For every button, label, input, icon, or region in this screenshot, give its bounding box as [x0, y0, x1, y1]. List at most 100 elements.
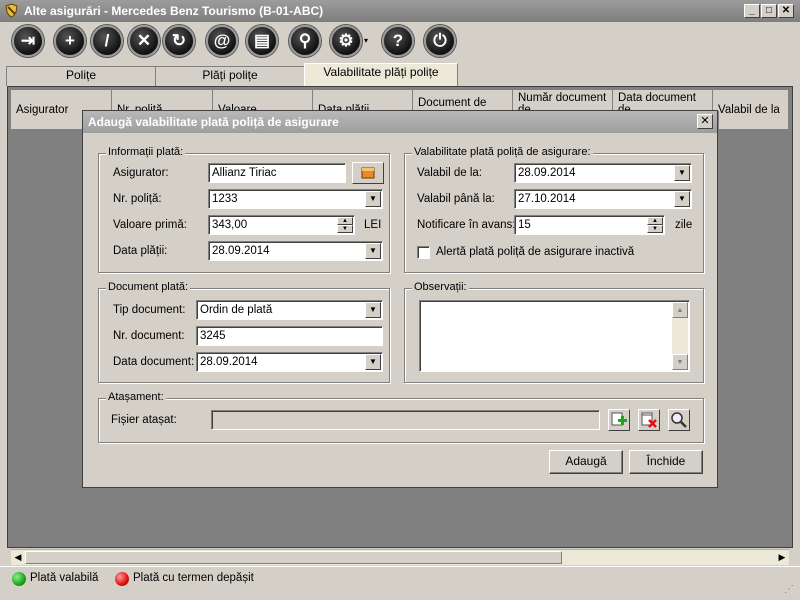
maximize-button[interactable]: □	[761, 4, 777, 18]
label-lei: LEI	[364, 219, 382, 231]
label-zile: zile	[675, 219, 693, 231]
chevron-down-icon[interactable]: ▼	[674, 165, 690, 181]
app-shield-icon	[5, 3, 18, 18]
delete-icon: ✕	[136, 31, 152, 50]
tip-document-select[interactable]: Ordin de plată ▼	[196, 300, 383, 320]
nr-document-field[interactable]: 3245	[196, 326, 383, 346]
tab-polite[interactable]: Polițe	[6, 66, 156, 86]
print-button[interactable]: ▤	[246, 25, 278, 57]
email-button[interactable]: @	[206, 25, 238, 57]
chevron-down-icon[interactable]: ▼	[365, 354, 381, 370]
chevron-down-icon[interactable]: ▼	[365, 191, 381, 207]
browse-insurer-button[interactable]	[352, 162, 384, 184]
tip-document-value: Ordin de plată	[200, 304, 273, 316]
attach-file-button[interactable]	[608, 409, 630, 431]
legend-valid: Plată valabilă	[30, 572, 99, 584]
scroll-left-icon[interactable]: ◀	[11, 550, 25, 565]
add-button[interactable]: Adaugă	[549, 450, 623, 474]
valoare-prima-stepper[interactable]: 343,00 ▲ ▼	[208, 215, 355, 235]
refresh-icon: ↻	[171, 31, 187, 50]
refresh-button[interactable]: ↻	[163, 25, 195, 57]
exit-icon: ⇥	[20, 31, 36, 50]
scroll-right-icon[interactable]: ▶	[775, 550, 789, 565]
data-platii-picker[interactable]: 28.09.2014 ▼	[208, 241, 383, 261]
label-alerta-inactiva[interactable]: Alertă plată poliță de asigurare inactiv…	[436, 246, 634, 258]
email-icon: @	[213, 31, 231, 50]
remove-attachment-button[interactable]	[638, 409, 660, 431]
notificare-value: 15	[518, 219, 531, 231]
valabil-pana-la-picker[interactable]: 27.10.2014 ▼	[514, 189, 692, 209]
settings-button[interactable]: ⚙	[330, 25, 362, 57]
observatii-textarea[interactable]: ▲ ▼	[419, 300, 690, 372]
close-button[interactable]: Închide	[629, 450, 703, 474]
legend-observatii: Observații:	[412, 281, 469, 293]
valabil-de-la-picker[interactable]: 28.09.2014 ▼	[514, 163, 692, 183]
chevron-down-icon[interactable]: ▼	[365, 243, 381, 259]
valabil-pana-la-value: 27.10.2014	[518, 193, 576, 205]
notificare-stepper[interactable]: 15 ▲ ▼	[514, 215, 665, 235]
close-window-button[interactable]: ✕	[778, 4, 794, 18]
search-icon: ⚲	[298, 31, 312, 50]
legend-validity: Valabilitate plată poliță de asigurare:	[412, 146, 593, 158]
scroll-thumb[interactable]	[25, 551, 562, 564]
window-title: Alte asigurări - Mercedes Benz Tourismo …	[24, 4, 324, 18]
column-header-valabil-de-la[interactable]: Valabil de la	[713, 90, 789, 130]
label-nr-document: Nr. document:	[113, 330, 185, 342]
edit-button[interactable]: /	[91, 25, 123, 57]
legend-payment-document: Document plată:	[106, 281, 191, 293]
data-document-picker[interactable]: 28.09.2014 ▼	[196, 352, 383, 372]
tab-bar: Polițe Plăți polițe Valabilitate plăți p…	[0, 63, 800, 86]
exit-button[interactable]: ⇥	[12, 25, 44, 57]
help-button[interactable]: ?	[382, 25, 414, 57]
data-document-value: 28.09.2014	[200, 356, 258, 368]
add-attachment-icon	[611, 412, 627, 426]
legend-payment-info: Informații plată:	[106, 146, 186, 158]
chevron-down-icon[interactable]: ▼	[365, 302, 381, 318]
add-validity-dialog: Adaugă valabilitate plată poliță de asig…	[82, 110, 718, 488]
valoare-prima-value: 343,00	[212, 219, 248, 231]
red-dot-icon	[115, 572, 129, 586]
help-icon: ?	[392, 31, 404, 50]
label-notificare: Notificare în avans:	[417, 219, 516, 231]
label-valabil-de-la: Valabil de la:	[417, 167, 482, 179]
power-button[interactable]: ⏻	[424, 25, 456, 57]
resize-grip-icon[interactable]: ⋰	[784, 584, 796, 596]
data-platii-value: 28.09.2014	[212, 245, 270, 257]
spin-buttons[interactable]: ▲ ▼	[337, 217, 353, 233]
observatii-scrollbar[interactable]: ▲ ▼	[672, 302, 688, 370]
edit-icon: /	[104, 31, 110, 50]
asigurator-field[interactable]: Allianz Tiriac	[208, 163, 346, 183]
magnifier-icon	[671, 412, 687, 428]
label-data-platii: Data plății:	[113, 245, 168, 257]
search-button[interactable]: ⚲	[289, 25, 321, 57]
delete-button[interactable]: ✕	[128, 25, 160, 57]
status-bar: Plată valabilă Plată cu termen depășit ⋰	[0, 566, 800, 600]
tab-valabilitate-plati-polite[interactable]: Valabilitate plăți polițe	[304, 63, 458, 86]
horizontal-scrollbar[interactable]: ◀ ▶	[11, 549, 789, 565]
settings-dropdown-icon[interactable]: ▾	[364, 36, 368, 45]
legend-atasament: Atașament:	[106, 391, 166, 403]
label-asigurator: Asigurator:	[113, 167, 169, 179]
label-tip-document: Tip document:	[113, 304, 186, 316]
folder-icon	[361, 167, 375, 179]
dialog-close-button[interactable]: ✕	[697, 114, 713, 129]
label-valabil-pana-la: Valabil până la:	[417, 193, 495, 205]
view-attachment-button[interactable]	[668, 409, 690, 431]
fisier-atasat-field	[211, 410, 600, 430]
settings-icon: ⚙	[338, 31, 354, 50]
window-title-bar: Alte asigurări - Mercedes Benz Tourismo …	[0, 0, 800, 22]
nr-polita-select[interactable]: 1233 ▼	[208, 189, 383, 209]
label-fisier-atasat: Fișier atașat:	[111, 414, 177, 426]
add-button[interactable]: +	[54, 25, 86, 57]
tab-plati-polite[interactable]: Plăți polițe	[155, 66, 305, 86]
minimize-button[interactable]: _	[744, 4, 760, 18]
power-icon: ⏻	[433, 31, 447, 50]
label-data-document: Data document:	[113, 356, 195, 368]
scroll-down-icon[interactable]: ▼	[672, 354, 688, 370]
chevron-down-icon[interactable]: ▼	[674, 191, 690, 207]
dialog-title: Adaugă valabilitate plată poliță de asig…	[83, 111, 717, 133]
nr-polita-value: 1233	[212, 193, 238, 205]
spin-buttons[interactable]: ▲ ▼	[647, 217, 663, 233]
scroll-up-icon[interactable]: ▲	[672, 302, 688, 318]
alerta-inactiva-checkbox[interactable]	[417, 246, 430, 259]
